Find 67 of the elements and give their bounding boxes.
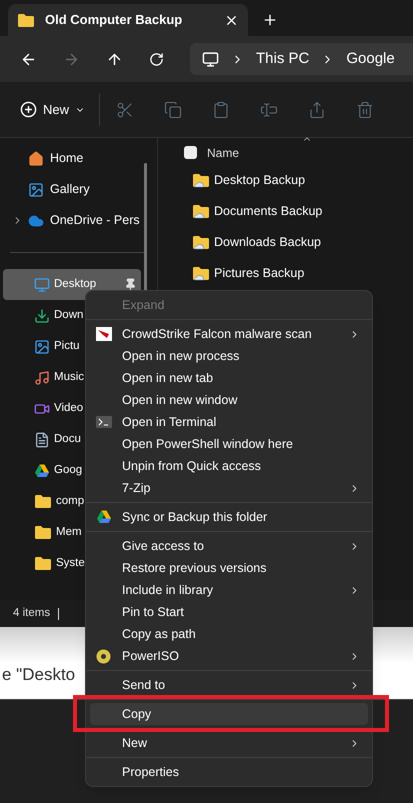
disc-icon	[96, 648, 111, 664]
menu-item[interactable]: PowerISO	[90, 645, 368, 667]
page-text: e "Deskto	[2, 664, 76, 686]
rename-icon[interactable]	[260, 100, 278, 118]
file-name[interactable]: Desktop Backup	[214, 171, 306, 190]
music-icon	[34, 370, 50, 386]
cloud-icon	[28, 212, 44, 228]
menu-item[interactable]: Open PowerShell window here	[90, 433, 368, 455]
breadcrumb[interactable]: Google	[346, 48, 395, 70]
sidebar-item[interactable]: Gallery	[50, 180, 90, 199]
menu-item[interactable]: Sync or Backup this folder	[90, 506, 368, 528]
menu-item[interactable]: Open in new tab	[90, 367, 368, 389]
menu-item[interactable]: Copy	[90, 703, 368, 725]
pictures-icon	[34, 338, 50, 354]
delete-icon[interactable]	[356, 100, 374, 118]
share-icon[interactable]	[308, 100, 326, 118]
file-name[interactable]: Pictures Backup	[214, 264, 304, 283]
new-button[interactable]: New	[20, 100, 100, 120]
item-count: 4 items	[13, 606, 50, 621]
folder-icon	[34, 494, 52, 509]
cut-icon[interactable]	[116, 100, 134, 118]
sidebar-item[interactable]: Home	[50, 149, 84, 168]
menu-item[interactable]: Include in library	[90, 579, 368, 601]
menu-item[interactable]: Restore previous versions	[90, 557, 368, 579]
menu-item[interactable]: Send to	[90, 674, 368, 696]
cloud-folder-icon	[192, 173, 210, 188]
menu-item[interactable]: Properties	[90, 761, 368, 783]
sidebar-item[interactable]: Desktop	[54, 276, 120, 294]
menu-item[interactable]: Copy as path	[90, 623, 368, 645]
column-header[interactable]: Name	[207, 144, 240, 162]
paste-icon[interactable]	[212, 100, 230, 118]
desktop-icon	[34, 276, 50, 292]
document-icon	[34, 432, 50, 448]
download-icon	[34, 308, 50, 324]
menu-item[interactable]: Unpin from Quick access	[90, 455, 368, 477]
menu-item[interactable]: 7-Zip	[90, 477, 368, 499]
add-icon	[20, 101, 37, 118]
breadcrumb[interactable]: This PC	[256, 48, 310, 70]
drive-triangle-icon	[34, 462, 50, 478]
home-icon	[28, 150, 44, 166]
refresh-icon[interactable]	[149, 52, 164, 66]
computer-icon	[202, 50, 219, 68]
cloud-folder-icon	[192, 235, 210, 250]
folder-icon	[34, 525, 52, 540]
new-tab-icon[interactable]	[262, 12, 278, 28]
copy-icon[interactable]	[164, 100, 182, 118]
folder-icon	[34, 556, 52, 571]
falcon-icon	[96, 327, 112, 341]
gallery-icon	[28, 182, 44, 198]
menu-item[interactable]: Give access to	[90, 535, 368, 557]
select-all-checkbox[interactable]	[184, 146, 197, 159]
file-name[interactable]: Downloads Backup	[214, 233, 322, 252]
menu-item[interactable]: Open in new window	[90, 389, 368, 411]
file-name[interactable]: Documents Backup	[214, 202, 322, 221]
cloud-folder-icon	[192, 266, 210, 281]
sidebar-item[interactable]: OneDrive - Pers	[50, 211, 140, 230]
folder-icon	[17, 12, 35, 28]
address-bar[interactable]: This PC Google	[190, 43, 413, 75]
menu-item[interactable]: CrowdStrike Falcon malware scan	[90, 323, 368, 345]
menu-item[interactable]: Open in Terminal	[90, 411, 368, 433]
terminal-icon	[96, 416, 112, 428]
menu-item[interactable]: Pin to Start	[90, 601, 368, 623]
menu-item[interactable]: New	[90, 732, 368, 754]
window-tab[interactable]: Old Computer Backup	[8, 4, 248, 36]
drive-triangle-icon	[96, 509, 112, 525]
cloud-folder-icon	[192, 204, 210, 219]
menu-item[interactable]: Open in new process	[90, 345, 368, 367]
